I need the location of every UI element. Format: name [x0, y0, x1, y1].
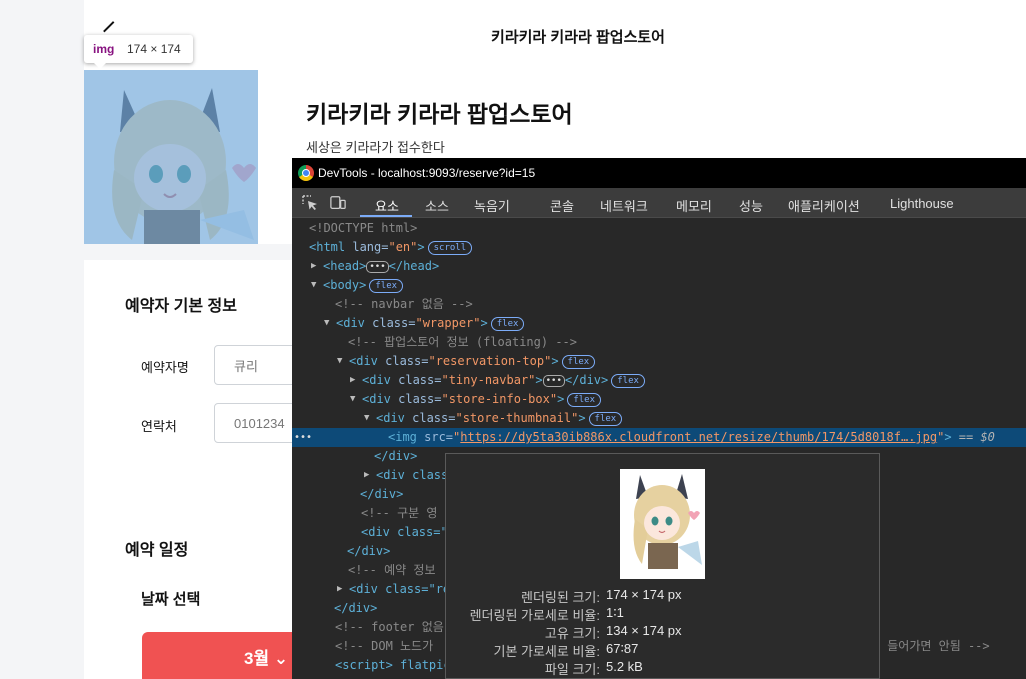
devtools-titlebar: DevTools - localhost:9093/reserve?id=15	[292, 158, 1026, 188]
ellipsis-badge: •••	[366, 261, 389, 273]
inspect-element-icon[interactable]	[302, 195, 318, 211]
collapse-triangle-icon: ▼	[337, 356, 343, 366]
store-description: 세상은 키라라가 접수한다	[306, 140, 445, 155]
tab-lighthouse[interactable]: Lighthouse	[890, 196, 954, 211]
flex-badge[interactable]: flex	[611, 374, 645, 388]
collapse-triangle-icon: ▼	[350, 394, 356, 404]
phone-label: 연락처	[141, 419, 177, 434]
tab-recorder[interactable]: 녹음기	[474, 196, 510, 215]
device-toolbar-icon[interactable]	[330, 195, 346, 211]
name-label: 예약자명	[141, 360, 189, 375]
dom-line[interactable]: <!DOCTYPE html>	[292, 219, 1026, 238]
chrome-icon	[298, 165, 314, 181]
more-options-icon[interactable]: •••	[294, 428, 312, 447]
tab-console[interactable]: 콘솔	[550, 196, 574, 215]
dom-line[interactable]: ▼ <div class="wrapper"> flex	[292, 314, 1026, 333]
dom-line[interactable]: <!-- 팝업스토어 정보 (floating) -->	[292, 333, 1026, 352]
expand-triangle-icon: ▶	[311, 261, 317, 271]
tooltip-tag: img	[93, 42, 115, 56]
expand-triangle-icon: ▶	[364, 470, 370, 480]
flex-badge[interactable]: flex	[588, 412, 623, 426]
store-thumbnail	[84, 70, 258, 244]
collapse-triangle-icon: ▼	[364, 413, 370, 423]
dom-line[interactable]: <html lang="en"> scroll	[292, 238, 1026, 257]
flex-badge[interactable]: flex	[567, 393, 601, 407]
dom-line[interactable]: ▶ <head> ••• </head>	[292, 257, 1026, 276]
store-title: 키라키라 키라라 팝업스토어	[306, 101, 573, 127]
dom-line[interactable]: ▼ <div class="reservation-top"> flex	[292, 352, 1026, 371]
tab-network[interactable]: 네트워크	[600, 196, 648, 215]
flex-badge[interactable]: flex	[561, 355, 596, 369]
devtools-tabbar: 요소 소스 녹음기 콘솔 네트워크 메모리 성능 애플리케이션 Lighthou…	[292, 188, 1026, 218]
dom-line[interactable]: ▼ <div class="store-info-box"> flex	[292, 390, 1026, 409]
preview-row-intrinsic-size: 고유 크기: 134 × 174 px	[544, 623, 682, 641]
element-highlight-overlay	[84, 70, 258, 244]
dom-line[interactable]: ▶ <div class="tiny-navbar"> ••• </div> flex	[292, 371, 1026, 390]
tooltip-size: 174 × 174	[127, 42, 181, 56]
preview-row-intrinsic-ratio: 기본 가로세로 비율: 67∶87	[493, 641, 639, 659]
tab-elements[interactable]: 요소	[375, 196, 399, 215]
reserver-info-title: 예약자 기본 정보	[125, 298, 237, 315]
collapse-triangle-icon: ▼	[311, 280, 317, 290]
preview-row-file-size: 파일 크기: 5.2 kB	[544, 659, 643, 677]
preview-row-rendered-ratio: 렌더링된 가로세로 비율: 1∶1	[469, 605, 624, 623]
dom-line-selected[interactable]: ••• <img src="https://dy5ta30ib886x.cloud…	[292, 428, 1026, 447]
dom-line[interactable]: ▼ <body> flex	[292, 276, 1026, 295]
expand-triangle-icon: ▶	[337, 584, 343, 594]
collapse-triangle-icon: ▼	[324, 318, 330, 328]
img-src-link[interactable]: https://dy5ta30ib886x.cloudfront.net/res…	[460, 430, 937, 444]
page-header: 키라키라 키라라 팝업스토어	[84, 0, 1026, 70]
date-select-label: 날짜 선택	[141, 591, 201, 608]
tab-memory[interactable]: 메모리	[676, 196, 712, 215]
dom-line[interactable]: <!-- navbar 없음 -->	[292, 295, 1026, 314]
scroll-badge[interactable]: scroll	[427, 241, 473, 255]
inspect-tooltip: img 174 × 174	[84, 35, 193, 69]
top-navbar-title: 키라키라 키라라 팝업스토어	[491, 29, 665, 46]
preview-row-rendered-size: 렌더링된 크기: 174 × 174 px	[521, 587, 682, 605]
flex-badge[interactable]: flex	[369, 279, 404, 293]
devtools-title: DevTools - localhost:9093/reserve?id=15	[318, 166, 536, 180]
tab-application[interactable]: 애플리케이션	[788, 196, 860, 215]
flex-badge[interactable]: flex	[490, 317, 525, 331]
dom-line[interactable]: ▼ <div class="store-thumbnail"> flex	[292, 409, 1026, 428]
preview-image	[620, 469, 705, 579]
active-tab-indicator	[360, 215, 412, 217]
calendar-month-dropdown[interactable]: 3월 ⌄	[244, 644, 288, 669]
expand-triangle-icon: ▶	[350, 375, 356, 385]
ellipsis-badge: •••	[542, 375, 565, 387]
schedule-title: 예약 일정	[125, 542, 189, 559]
image-preview-popup: 렌더링된 크기: 174 × 174 px 렌더링된 가로세로 비율: 1∶1 고유…	[445, 453, 880, 679]
tab-performance[interactable]: 성능	[739, 196, 763, 215]
tab-sources[interactable]: 소스	[425, 196, 449, 215]
character-preview-image	[620, 469, 705, 579]
